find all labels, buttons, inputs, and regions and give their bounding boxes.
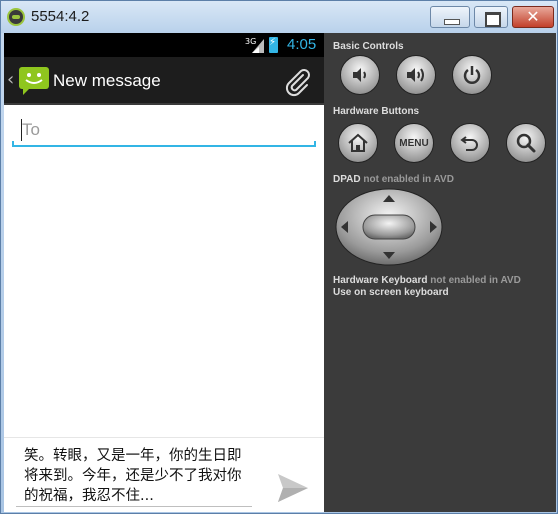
menu-button[interactable]: MENU bbox=[394, 123, 434, 163]
home-button[interactable] bbox=[338, 123, 378, 163]
volume-up-icon bbox=[407, 68, 424, 82]
signal-icon bbox=[252, 39, 264, 53]
hardware-buttons-label: Hardware Buttons bbox=[333, 106, 420, 117]
to-field[interactable] bbox=[12, 117, 316, 147]
volume-up-button[interactable] bbox=[396, 55, 436, 95]
minimize-button[interactable] bbox=[430, 6, 470, 28]
back-icon bbox=[460, 136, 478, 151]
battery-charging-icon bbox=[269, 37, 278, 53]
dpad-note: not enabled in AVD bbox=[363, 174, 454, 185]
text-caret bbox=[21, 119, 22, 141]
keyboard-hint: Use on screen keyboard bbox=[333, 287, 449, 298]
dpad[interactable] bbox=[335, 188, 443, 266]
send-icon[interactable] bbox=[276, 472, 310, 504]
compose-area: 笑。转眼，又是一年，你的生日即将来到。今年，还是少不了我对你的祝福，我忍不住..… bbox=[4, 437, 324, 512]
dpad-label: DPAD not enabled in AVD bbox=[333, 174, 454, 185]
back-button[interactable] bbox=[450, 123, 490, 163]
power-button[interactable] bbox=[452, 55, 492, 95]
keyboard-title: Hardware Keyboard bbox=[333, 275, 428, 286]
basic-controls-label: Basic Controls bbox=[333, 41, 404, 52]
action-bar: ‹ New message bbox=[4, 57, 324, 105]
attachment-icon[interactable] bbox=[281, 65, 313, 97]
close-button[interactable]: ✕ bbox=[512, 6, 554, 28]
clock: 4:05 bbox=[287, 36, 317, 53]
volume-down-button[interactable] bbox=[340, 55, 380, 95]
android-emulator-icon bbox=[7, 8, 25, 26]
window-title: 5554:4.2 bbox=[31, 8, 90, 25]
maximize-button[interactable] bbox=[474, 6, 508, 28]
controls-panel: Basic Controls Hardware Buttons MENU DPA… bbox=[324, 33, 556, 512]
device-screen: 3G 4:05 ‹ New message bbox=[4, 33, 324, 512]
menu-button-label: MENU bbox=[399, 137, 429, 149]
page-title: New message bbox=[53, 71, 161, 90]
power-icon bbox=[463, 66, 481, 84]
emulator-window: 5554:4.2 ✕ 3G 4:05 ‹ New message bbox=[0, 0, 558, 514]
status-bar: 3G 4:05 bbox=[4, 33, 324, 57]
messaging-app-icon[interactable] bbox=[17, 65, 51, 95]
close-icon: ✕ bbox=[526, 7, 540, 26]
message-underline bbox=[16, 506, 252, 507]
recipient-input[interactable] bbox=[12, 117, 316, 143]
dpad-title: DPAD bbox=[333, 174, 361, 185]
keyboard-info: Hardware Keyboard not enabled in AVD Use… bbox=[333, 275, 521, 299]
search-icon bbox=[516, 133, 536, 153]
volume-down-icon bbox=[353, 68, 366, 82]
message-input[interactable]: 笑。转眼，又是一年，你的生日即将来到。今年，还是少不了我对你的祝福，我忍不住..… bbox=[24, 446, 242, 506]
keyboard-note: not enabled in AVD bbox=[430, 275, 521, 286]
title-bar[interactable]: 5554:4.2 ✕ bbox=[1, 1, 557, 33]
search-button[interactable] bbox=[506, 123, 546, 163]
home-icon bbox=[348, 133, 368, 152]
up-navigation-icon[interactable]: ‹ bbox=[7, 69, 14, 90]
